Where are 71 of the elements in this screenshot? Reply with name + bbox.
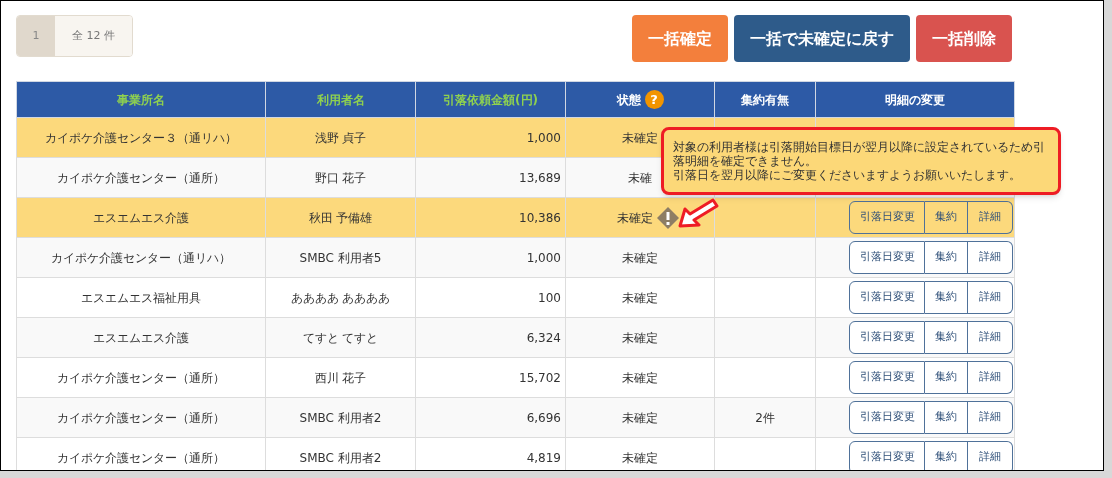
amount: 1,000	[526, 250, 561, 265]
delete-all-button[interactable]: 一括削除	[916, 15, 1012, 62]
status-text: 未確	[628, 169, 652, 187]
amount: 10,386	[519, 210, 561, 225]
detail-button[interactable]: 詳細	[968, 321, 1013, 354]
status-text: 未確定	[622, 369, 658, 387]
status-text: 未確定	[622, 249, 658, 267]
amount: 4,819	[526, 450, 561, 465]
amount: 15,702	[519, 370, 561, 385]
user-name: てすと てすと	[302, 330, 379, 345]
aggregate-button[interactable]: 集約	[925, 361, 968, 394]
column-header: 引落依頼金額(円)	[415, 81, 566, 118]
office-name: エスエムエス介護	[93, 330, 189, 345]
amount: 6,324	[526, 330, 561, 345]
amount: 6,696	[526, 410, 561, 425]
aggregate-count: 2件	[755, 410, 775, 425]
detail-button[interactable]: 詳細	[968, 361, 1013, 394]
office-name: カイポケ介護センター（通所）	[57, 370, 225, 385]
aggregate-button[interactable]: 集約	[925, 441, 968, 470]
status-text: 未確定	[622, 449, 658, 467]
detail-button[interactable]: 詳細	[968, 201, 1013, 234]
user-name: 秋田 予備雄	[308, 210, 373, 225]
date-change-button[interactable]: 引落日変更	[849, 281, 925, 314]
amount: 1,000	[526, 130, 561, 145]
status-text: 未確定	[622, 409, 658, 427]
aggregate-button[interactable]: 集約	[925, 401, 968, 434]
aggregate-button[interactable]: 集約	[925, 241, 968, 274]
status-text: 未確定	[617, 209, 653, 227]
office-name: カイポケ介護センター（通リハ）	[51, 250, 231, 265]
office-name: カイポケ介護センター３（通リハ）	[45, 130, 237, 145]
pointer-arrow-icon	[677, 197, 719, 229]
user-name: SMBC 利用者2	[299, 450, 382, 465]
column-header: 集約有無	[714, 81, 816, 118]
status-text: 未確定	[622, 329, 658, 347]
revert-all-button[interactable]: 一括で未確定に戻す	[734, 15, 910, 62]
warning-icon[interactable]	[657, 206, 679, 229]
detail-button[interactable]: 詳細	[968, 401, 1013, 434]
date-change-button[interactable]: 引落日変更	[849, 241, 925, 274]
total-count: 全 12 件	[55, 16, 132, 56]
amount: 100	[538, 290, 561, 305]
user-name: SMBC 利用者5	[299, 250, 382, 265]
detail-button[interactable]: 詳細	[968, 241, 1013, 274]
aggregate-button[interactable]: 集約	[925, 201, 968, 234]
detail-button[interactable]: 詳細	[968, 441, 1013, 470]
date-change-button[interactable]: 引落日変更	[849, 201, 925, 234]
date-change-button[interactable]: 引落日変更	[849, 401, 925, 434]
column-header: 事業所名	[16, 81, 266, 118]
date-change-button[interactable]: 引落日変更	[849, 441, 925, 470]
status-text: 未確定	[622, 129, 658, 147]
office-name: カイポケ介護センター（通所）	[57, 410, 225, 425]
user-name: 浅野 貞子	[314, 130, 367, 145]
tooltip-text: 引落日を翌月以降にご変更くださいますようお願いいたします。	[673, 168, 1022, 182]
detail-button[interactable]: 詳細	[968, 281, 1013, 314]
column-header: 状態	[616, 91, 641, 109]
column-header: 明細の変更	[815, 81, 1015, 118]
office-name: カイポケ介護センター（通所）	[57, 450, 225, 465]
office-name: エスエムエス介護	[93, 210, 189, 225]
user-name: 西川 花子	[314, 370, 367, 385]
date-change-button[interactable]: 引落日変更	[849, 361, 925, 394]
user-name: 野口 花子	[314, 170, 367, 185]
aggregate-button[interactable]: 集約	[925, 321, 968, 354]
office-name: エスエムエス福祉用具	[81, 290, 201, 305]
office-name: カイポケ介護センター（通所）	[57, 170, 225, 185]
user-name: SMBC 利用者2	[299, 410, 382, 425]
amount: 13,689	[519, 170, 561, 185]
user-name: ああああ ああああ	[290, 290, 391, 305]
status-text: 未確定	[622, 289, 658, 307]
aggregate-button[interactable]: 集約	[925, 281, 968, 314]
column-header: 利用者名	[265, 81, 416, 118]
date-change-button[interactable]: 引落日変更	[849, 321, 925, 354]
tooltip-text: 対象の利用者様は引落開始目標日が翌月以降に設定されているため引落明細を確定できません。	[673, 140, 1046, 168]
